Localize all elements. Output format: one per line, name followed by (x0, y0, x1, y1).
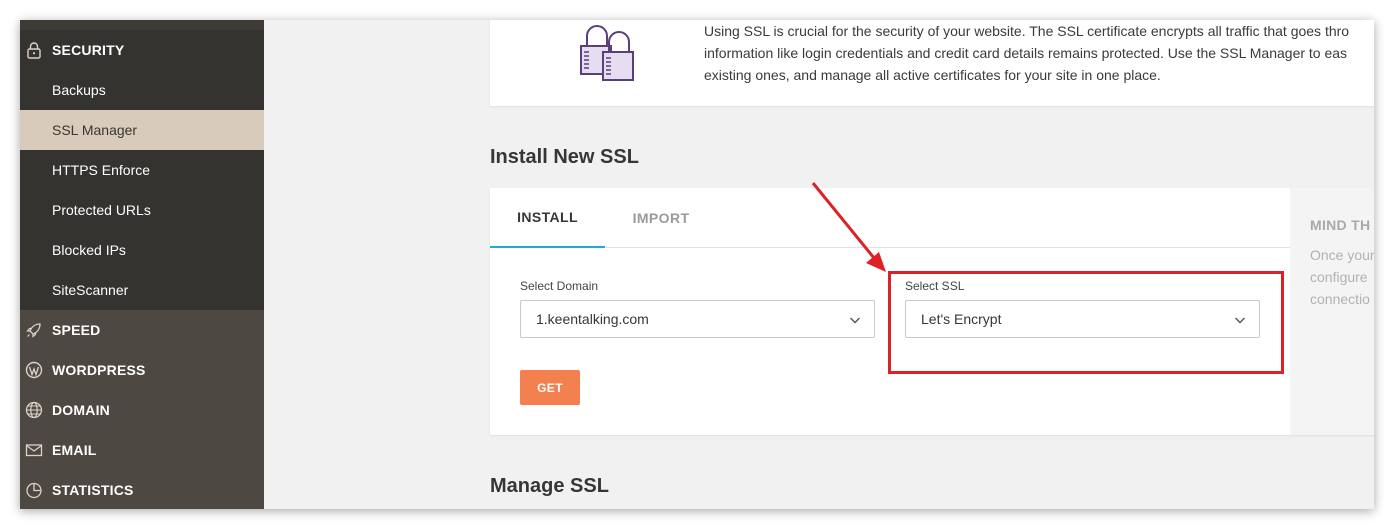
chevron-down-icon (850, 317, 860, 324)
domain-select-value: 1.keentalking.com (536, 311, 649, 327)
select-domain-label: Select Domain (520, 279, 599, 293)
pie-chart-icon (24, 480, 44, 500)
sidebar-item-label: Backups (52, 82, 106, 98)
app-window: SECURITY Backups SSL Manager HTTPS Enfor… (20, 20, 1374, 509)
tab-import[interactable]: IMPORT (605, 188, 717, 248)
get-button[interactable]: GET (520, 370, 580, 405)
mind-note-line: Once your (1310, 247, 1374, 263)
sidebar-section-label: STATISTICS (52, 482, 134, 498)
sidebar-item-label: Protected URLs (52, 202, 151, 218)
sidebar-section-email[interactable]: EMAIL (20, 430, 264, 470)
sidebar-item-label: SiteScanner (52, 282, 129, 298)
sidebar-section-label: SPEED (52, 322, 101, 338)
sidebar-section-wordpress[interactable]: WORDPRESS (20, 350, 264, 390)
mind-note-line: connectio (1310, 291, 1370, 307)
intro-description: Using SSL is crucial for the security of… (704, 20, 1374, 86)
annotation-highlight-box (888, 271, 1284, 374)
sidebar-section-security[interactable]: SECURITY (20, 30, 264, 70)
sidebar-item-sitescanner[interactable]: SiteScanner (20, 270, 264, 310)
mind-note-panel: MIND TH Once your configure connectio (1290, 188, 1374, 435)
intro-line: Using SSL is crucial for the security of… (704, 23, 1350, 39)
sidebar: SECURITY Backups SSL Manager HTTPS Enfor… (20, 20, 264, 509)
globe-icon (24, 400, 44, 420)
sidebar-item-label: SSL Manager (52, 122, 138, 138)
domain-select[interactable]: 1.keentalking.com (520, 300, 875, 338)
main-content: Using SSL is crucial for the security of… (264, 20, 1374, 509)
sidebar-section-label: DOMAIN (52, 402, 110, 418)
security-section: SECURITY Backups SSL Manager HTTPS Enfor… (20, 30, 264, 310)
sidebar-item-backups[interactable]: Backups (20, 70, 264, 110)
tab-bar: INSTALL IMPORT (490, 188, 1290, 248)
sidebar-section-speed[interactable]: SPEED (20, 310, 264, 350)
sidebar-item-label: Blocked IPs (52, 242, 126, 258)
intro-line: information like login credentials and c… (704, 45, 1348, 61)
rocket-icon (24, 320, 44, 340)
envelope-icon (24, 440, 44, 460)
install-section-title: Install New SSL (490, 146, 639, 168)
mind-note-title: MIND TH (1310, 217, 1371, 233)
padlocks-illustration (576, 22, 638, 89)
sidebar-item-ssl-manager[interactable]: SSL Manager (20, 110, 264, 150)
intro-line: existing ones, and manage all active cer… (704, 67, 1161, 83)
sidebar-section-label: SECURITY (52, 42, 125, 58)
sidebar-item-label: HTTPS Enforce (52, 162, 151, 178)
sidebar-item-protected-urls[interactable]: Protected URLs (20, 190, 264, 230)
sidebar-item-blocked-ips[interactable]: Blocked IPs (20, 230, 264, 270)
sidebar-section-label: EMAIL (52, 442, 97, 458)
lock-icon (24, 40, 44, 60)
manage-section-title: Manage SSL (490, 475, 609, 497)
wordpress-icon (24, 360, 44, 380)
tab-install[interactable]: INSTALL (490, 188, 605, 248)
sidebar-section-statistics[interactable]: STATISTICS (20, 470, 264, 509)
mind-note-text: Once your configure connectio (1310, 244, 1374, 310)
mind-note-line: configure (1310, 269, 1368, 285)
sidebar-section-domain[interactable]: DOMAIN (20, 390, 264, 430)
sidebar-item-https-enforce[interactable]: HTTPS Enforce (20, 150, 264, 190)
sidebar-top-band (20, 20, 264, 30)
intro-card: Using SSL is crucial for the security of… (490, 20, 1374, 106)
sidebar-section-label: WORDPRESS (52, 362, 146, 378)
